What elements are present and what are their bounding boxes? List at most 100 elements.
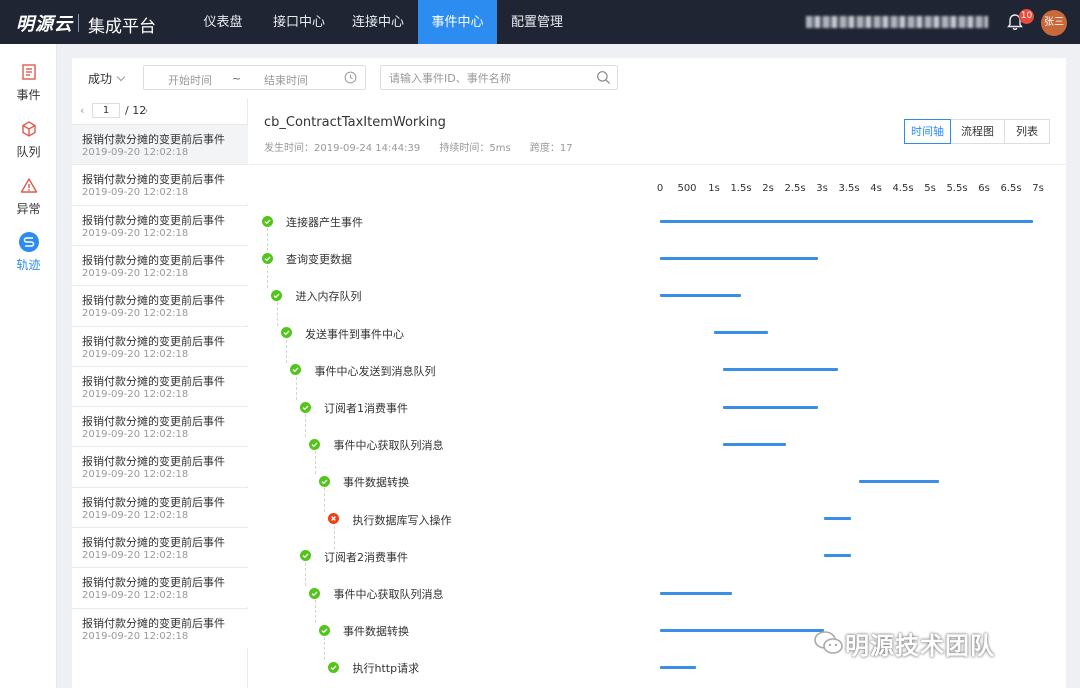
nav-config-management[interactable]: 配置管理	[500, 0, 574, 44]
sidebar-item-trace[interactable]: 轨迹	[0, 232, 57, 280]
event-list-item[interactable]: 报销付款分摊的变更前后事件 2019-09-20 12:02:18	[72, 446, 248, 487]
tab-timeline[interactable]: 时间轴	[904, 119, 951, 144]
file-list-icon	[22, 64, 36, 80]
trace-duration-bar[interactable]	[660, 256, 818, 260]
trace-step-label[interactable]: 事件数据转换	[343, 474, 409, 490]
event-list-item-name: 报销付款分摊的变更前后事件	[82, 133, 225, 146]
trace-step-label[interactable]: 事件中心发送到消息队列	[315, 363, 436, 379]
event-list-item-name: 报销付款分摊的变更前后事件	[82, 173, 225, 187]
event-list-item[interactable]: 报销付款分摊的变更前后事件 2019-09-20 12:02:18	[72, 486, 248, 527]
nav-dashboard[interactable]: 仪表盘	[190, 0, 256, 44]
trace-duration-bar[interactable]	[660, 665, 696, 669]
sidebar-item-queue[interactable]: 队列	[0, 119, 57, 167]
trace-duration-bar[interactable]	[714, 331, 768, 335]
sidebar-item-events[interactable]: 事件	[0, 62, 57, 110]
prev-page-icon[interactable]: ‹	[80, 104, 84, 117]
nav-interface-center[interactable]: 接口中心	[262, 0, 336, 44]
axis-tick-label: 3s	[816, 183, 828, 194]
trace-duration-bar[interactable]	[722, 442, 786, 446]
event-list-item-time: 2019-09-20 12:02:18	[82, 308, 189, 320]
tab-flowchart[interactable]: 流程图	[950, 119, 1005, 144]
nav-connection-center[interactable]: 连接中心	[341, 0, 415, 44]
trace-step-label[interactable]: 连接器产生事件	[286, 214, 363, 230]
event-list-item[interactable]: 报销付款分摊的变更前后事件 2019-09-20 12:02:18	[72, 365, 248, 406]
route-icon	[19, 232, 39, 252]
success-check-icon	[280, 327, 292, 339]
event-list-item-time: 2019-09-20 12:02:18	[82, 147, 189, 158]
axis-tick-label: 7s	[1032, 183, 1044, 194]
trace-step-label[interactable]: 执行http请求	[353, 660, 420, 676]
trace-step-label[interactable]: 事件数据转换	[343, 623, 409, 639]
event-list-item-name: 报销付款分摊的变更前后事件	[82, 415, 225, 429]
date-range-picker[interactable]: 开始时间 ~ 结束时间	[143, 65, 366, 90]
event-list-item[interactable]: 报销付款分摊的变更前后事件 2019-09-20 12:02:18	[72, 164, 248, 205]
axis-tick-label: 1s	[708, 183, 720, 194]
status-filter-dropdown[interactable]: 成功	[88, 70, 126, 87]
notification-badge: 10	[1019, 9, 1034, 24]
user-avatar[interactable]: 张三	[1041, 10, 1067, 36]
tree-connector	[286, 339, 287, 363]
logo-divider	[78, 14, 79, 32]
page-number-input[interactable]: 1	[92, 103, 120, 118]
duration: 持续时间：5ms	[439, 143, 511, 154]
search-icon[interactable]	[596, 70, 611, 85]
trace-step-label[interactable]: 发送事件到事件中心	[305, 326, 404, 342]
trace-step-label[interactable]: 事件中心获取队列消息	[334, 437, 444, 453]
axis-tick-label: 0	[656, 183, 664, 194]
tree-connector	[314, 451, 316, 475]
event-list-item[interactable]: 报销付款分摊的变更前后事件 2019-09-20 12:02:18	[72, 567, 248, 608]
trace-duration-bar[interactable]	[660, 591, 733, 595]
event-list-item[interactable]: 报销付款分摊的变更前后事件 2019-09-20 12:02:18	[72, 124, 248, 164]
blurred-account-info	[806, 16, 988, 28]
success-check-icon	[299, 550, 311, 562]
trace-duration-bar[interactable]	[722, 368, 838, 372]
nav-event-center[interactable]: 事件中心	[418, 0, 497, 44]
axis-tick-label: 2s	[762, 183, 774, 194]
trace-step-label[interactable]: 订阅者1消费事件	[324, 400, 408, 416]
success-check-icon	[309, 587, 320, 599]
event-list-item[interactable]: 报销付款分摊的变更前后事件 2019-09-20 12:02:18	[72, 406, 248, 447]
tab-list[interactable]: 列表	[1004, 119, 1050, 144]
trace-step-label[interactable]: 执行数据库写入操作	[353, 512, 452, 528]
event-detail-title: cb_ContractTaxItemWorking	[264, 115, 446, 130]
event-list-item-name: 报销付款分摊的变更前后事件	[82, 294, 225, 308]
trace-duration-bar[interactable]	[858, 479, 940, 483]
event-list-item[interactable]: 报销付款分摊的变更前后事件 2019-09-20 12:02:18	[72, 607, 248, 648]
trace-duration-bar[interactable]	[660, 628, 824, 632]
event-list-item[interactable]: 报销付款分摊的变更前后事件 2019-09-20 12:02:18	[72, 325, 248, 366]
event-list-item[interactable]: 报销付款分摊的变更前后事件 2019-09-20 12:02:18	[72, 244, 248, 285]
trace-step-label[interactable]: 进入内存队列	[296, 288, 362, 304]
trace-step-label[interactable]: 查询变更数据	[286, 251, 352, 267]
trace-duration-bar[interactable]	[660, 219, 1033, 223]
brand-logo[interactable]: 明源云	[16, 10, 73, 36]
search-field	[380, 65, 618, 90]
event-list-item-time: 2019-09-20 12:02:18	[82, 429, 189, 441]
trace-step-label[interactable]: 订阅者2消费事件	[324, 549, 408, 565]
event-list-item-name: 报销付款分摊的变更前后事件	[82, 213, 225, 227]
event-list-item[interactable]: 报销付款分摊的变更前后事件 2019-09-20 12:02:18	[72, 285, 248, 326]
success-check-icon	[271, 289, 282, 301]
next-page-icon[interactable]: ›	[144, 104, 148, 117]
tree-connector	[324, 488, 325, 512]
tree-connector	[333, 525, 335, 549]
event-list-item-name: 报销付款分摊的变更前后事件	[82, 536, 225, 549]
start-time-placeholder: 开始时间	[168, 74, 212, 87]
trace-duration-bar[interactable]	[660, 293, 741, 297]
tree-connector	[267, 265, 268, 289]
tree-connector	[276, 302, 278, 326]
sidebar-item-exceptions[interactable]: 异常	[0, 176, 57, 224]
event-list-item[interactable]: 报销付款分摊的变更前后事件 2019-09-20 12:02:18	[72, 204, 248, 245]
event-list-item-name: 报销付款分摊的变更前后事件	[82, 455, 225, 469]
event-list-item-name: 报销付款分摊的变更前后事件	[82, 374, 225, 388]
search-input[interactable]	[389, 70, 589, 86]
event-list-item-time: 2019-09-20 12:02:18	[82, 227, 189, 239]
trace-duration-bar[interactable]	[823, 554, 851, 558]
trace-duration-bar[interactable]	[722, 405, 818, 409]
event-detail-meta: 发生时间：2019-09-24 14:44:39 持续时间：5ms 跨度：17	[264, 139, 589, 154]
trace-duration-bar[interactable]	[823, 517, 851, 521]
detail-divider	[249, 164, 1066, 165]
trace-step-label[interactable]: 事件中心获取队列消息	[334, 586, 444, 602]
event-list-item[interactable]: 报销付款分摊的变更前后事件 2019-09-20 12:02:18	[72, 527, 248, 567]
axis-tick-label: 5s	[924, 183, 936, 194]
event-list-item-time: 2019-09-20 12:02:18	[82, 348, 189, 360]
